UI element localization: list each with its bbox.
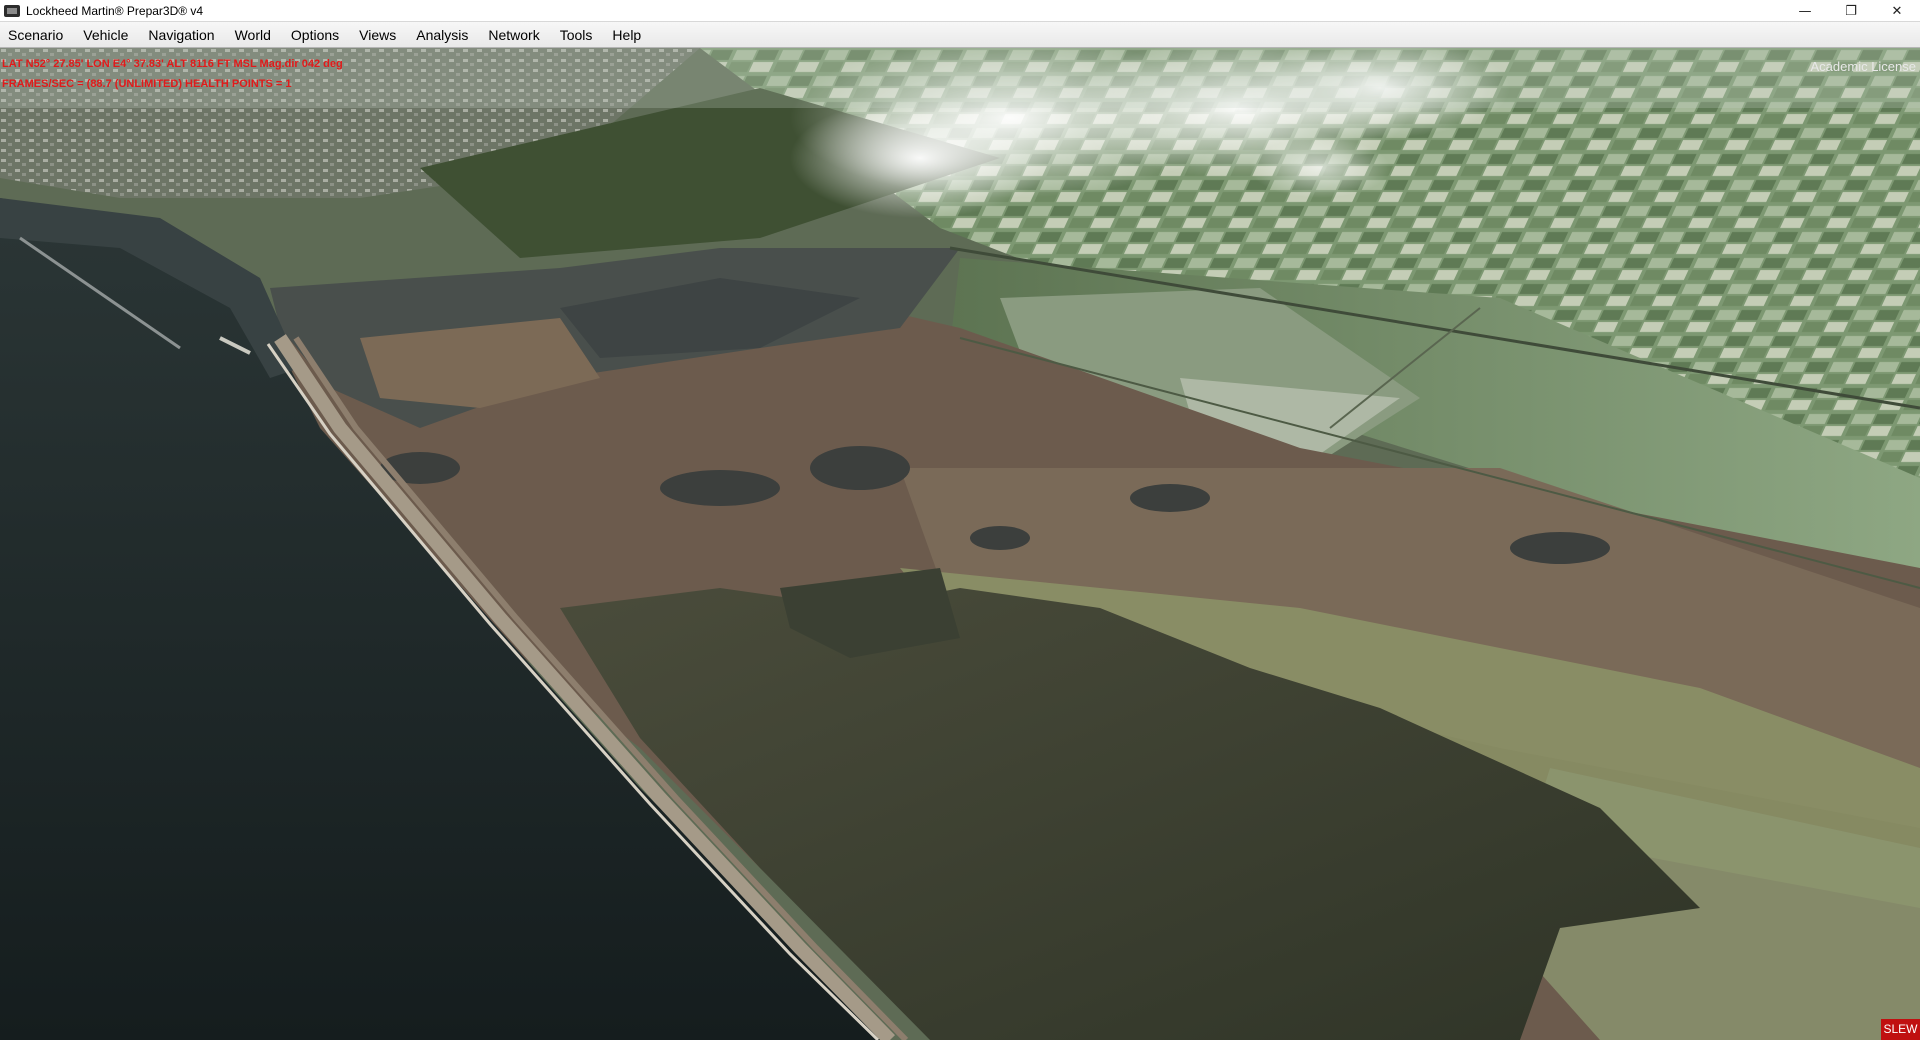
hud-position-readout: LAT N52° 27.85' LON E4° 37.83' ALT 8116 … <box>2 58 343 70</box>
hud-framerate-readout: FRAMES/SEC = (88.7 (UNLIMITED) HEALTH PO… <box>2 78 292 90</box>
simulator-viewport[interactable]: LAT N52° 27.85' LON E4° 37.83' ALT 8116 … <box>0 48 1920 1040</box>
menu-world[interactable]: World <box>225 22 281 48</box>
menu-bar: Scenario Vehicle Navigation World Option… <box>0 22 1920 48</box>
close-button[interactable]: ✕ <box>1874 0 1920 22</box>
minimize-button[interactable]: — <box>1782 0 1828 22</box>
aerial-scenery <box>0 48 1920 1040</box>
restore-button[interactable]: ❐ <box>1828 0 1874 22</box>
menu-vehicle[interactable]: Vehicle <box>73 22 138 48</box>
menu-help[interactable]: Help <box>602 22 651 48</box>
app-icon <box>4 4 20 17</box>
window-controls: — ❐ ✕ <box>1782 0 1920 22</box>
menu-scenario[interactable]: Scenario <box>0 22 73 48</box>
prepar3d-window: Lockheed Martin® Prepar3D® v4 — ❐ ✕ Scen… <box>0 0 1920 1040</box>
window-title: Lockheed Martin® Prepar3D® v4 <box>26 3 204 18</box>
menu-tools[interactable]: Tools <box>550 22 603 48</box>
slew-mode-indicator: SLEW <box>1881 1019 1920 1040</box>
menu-network[interactable]: Network <box>478 22 549 48</box>
menu-analysis[interactable]: Analysis <box>406 22 478 48</box>
menu-views[interactable]: Views <box>349 22 406 48</box>
menu-navigation[interactable]: Navigation <box>138 22 224 48</box>
title-bar[interactable]: Lockheed Martin® Prepar3D® v4 — ❐ ✕ <box>0 0 1920 22</box>
menu-options[interactable]: Options <box>281 22 349 48</box>
academic-license-label: Academic License <box>1810 59 1917 74</box>
